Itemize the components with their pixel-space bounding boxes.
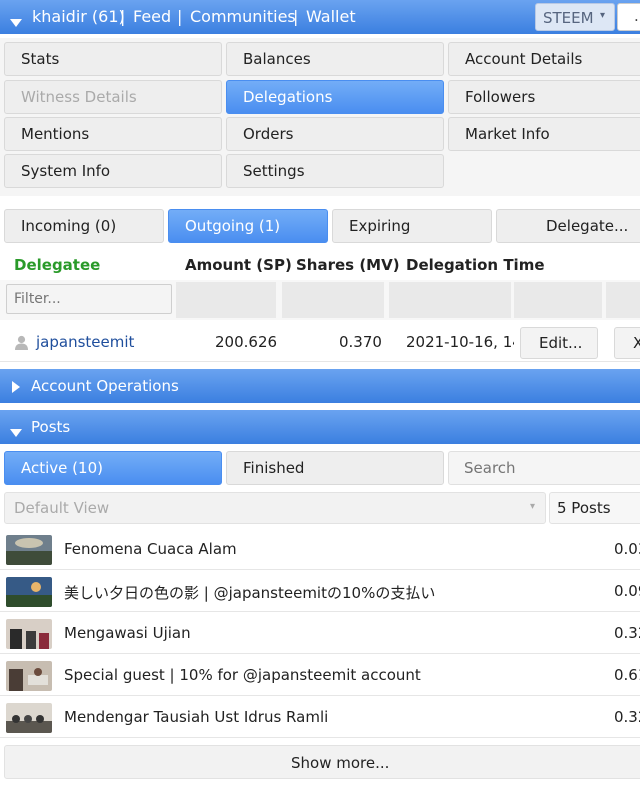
- extra-header-button[interactable]: .: [617, 3, 640, 31]
- list-item[interactable]: Fenomena Cuaca Alam 0.03: [0, 530, 640, 570]
- feed-link[interactable]: Feed: [133, 7, 171, 26]
- tab-market-info[interactable]: Market Info: [448, 117, 640, 151]
- column-header-delegatee[interactable]: Delegatee: [14, 256, 100, 274]
- filter-input[interactable]: [6, 284, 172, 314]
- post-payout: 0.09: [614, 582, 640, 600]
- tab-stats[interactable]: Stats: [4, 42, 222, 76]
- tab-outgoing[interactable]: Outgoing (1): [168, 209, 328, 243]
- collapse-caret-icon[interactable]: [10, 13, 22, 31]
- tab-followers[interactable]: Followers: [448, 80, 640, 114]
- filter-cell: [514, 282, 602, 318]
- list-item[interactable]: Special guest | 10% for @japansteemit ac…: [0, 656, 640, 696]
- account-operations-title: Account Operations: [31, 377, 179, 395]
- table-row: japansteemit 200.626 0.370 2021-10-16, 1…: [0, 324, 640, 362]
- filter-cell: [282, 282, 384, 318]
- remove-button[interactable]: X: [614, 327, 640, 359]
- tab-finished-posts[interactable]: Finished: [226, 451, 444, 485]
- tab-mentions[interactable]: Mentions: [4, 117, 222, 151]
- tab-account-details[interactable]: Account Details: [448, 42, 640, 76]
- user-icon: [15, 335, 28, 350]
- post-payout: 0.03: [614, 540, 640, 558]
- tab-orders[interactable]: Orders: [226, 117, 444, 151]
- tab-settings[interactable]: Settings: [226, 154, 444, 188]
- tab-active-posts[interactable]: Active (10): [4, 451, 222, 485]
- posts-header[interactable]: Posts: [0, 410, 640, 444]
- posts-search-input[interactable]: [448, 451, 640, 485]
- post-title[interactable]: 美しい夕日の色の影 | @japansteemitの10%の支払い: [64, 582, 435, 603]
- tab-expiring[interactable]: Expiring: [332, 209, 492, 243]
- chevron-down-icon: ▾: [530, 501, 536, 512]
- post-title[interactable]: Mengawasi Ujian: [64, 624, 191, 642]
- filter-cell: [606, 282, 640, 318]
- collapse-caret-icon: [10, 423, 22, 441]
- column-header-delegation-time[interactable]: Delegation Time: [406, 256, 545, 274]
- tab-witness-details[interactable]: Witness Details: [4, 80, 222, 114]
- posts-title: Posts: [31, 418, 71, 436]
- post-payout: 0.32: [614, 624, 640, 642]
- header-separator: |: [293, 7, 299, 26]
- tab-system-info[interactable]: System Info: [4, 154, 222, 188]
- list-item[interactable]: Mengawasi Ujian 0.32: [0, 614, 640, 654]
- filter-cell: [389, 282, 511, 318]
- column-header-amount[interactable]: Amount (SP): [185, 256, 292, 274]
- account-operations-header[interactable]: Account Operations: [0, 369, 640, 403]
- expand-caret-icon: [12, 379, 20, 397]
- post-title[interactable]: Special guest | 10% for @japansteemit ac…: [64, 666, 421, 684]
- tab-balances[interactable]: Balances: [226, 42, 444, 76]
- post-thumbnail: [6, 661, 52, 691]
- view-select[interactable]: Default View ▾: [4, 492, 546, 524]
- show-more-label: Show more...: [291, 754, 390, 772]
- post-thumbnail: [6, 535, 52, 565]
- delegation-time-value: 2021-10-16, 14:: [406, 333, 514, 351]
- currency-select[interactable]: STEEM ▾: [535, 3, 615, 31]
- show-more-button[interactable]: Show more...: [4, 745, 640, 779]
- post-title[interactable]: Fenomena Cuaca Alam: [64, 540, 237, 558]
- top-header: khaidir (61) | Feed | Communities | Wall…: [0, 0, 640, 34]
- delegation-time-cell: 2021-10-16, 14:: [406, 333, 514, 353]
- post-count-value: 5 Posts: [557, 499, 611, 517]
- wallet-link[interactable]: Wallet: [306, 7, 356, 26]
- chevron-down-icon: ▾: [600, 10, 606, 21]
- list-item[interactable]: 美しい夕日の色の影 | @japansteemitの10%の支払い 0.09: [0, 572, 640, 612]
- filter-cell: [176, 282, 276, 318]
- view-select-value: Default View: [14, 499, 110, 517]
- header-separator: |: [120, 7, 126, 26]
- post-title[interactable]: Mendengar Tausiah Ust Idrus Ramli: [64, 708, 328, 726]
- username-link[interactable]: khaidir (61): [32, 7, 125, 26]
- post-count-select[interactable]: 5 Posts: [549, 492, 640, 524]
- amount-value: 200.626: [215, 333, 278, 351]
- post-payout: 0.32: [614, 708, 640, 726]
- edit-button[interactable]: Edit...: [520, 327, 598, 359]
- post-thumbnail: [6, 619, 52, 649]
- post-thumbnail: [6, 703, 52, 733]
- shares-value: 0.370: [339, 333, 382, 351]
- extra-header-button-label: .: [634, 7, 639, 25]
- post-payout: 0.61: [614, 666, 640, 684]
- tab-delegations[interactable]: Delegations: [226, 80, 444, 114]
- header-separator: |: [177, 7, 183, 26]
- communities-link[interactable]: Communities: [190, 7, 296, 26]
- post-thumbnail: [6, 577, 52, 607]
- currency-select-value: STEEM: [543, 9, 594, 27]
- delegate-button[interactable]: Delegate...: [496, 209, 640, 243]
- main-tab-panel: Stats Balances Account Details Witness D…: [0, 38, 640, 196]
- list-item[interactable]: Mendengar Tausiah Ust Idrus Ramli 0.32: [0, 698, 640, 738]
- column-header-shares[interactable]: Shares (MV): [296, 256, 400, 274]
- tab-incoming[interactable]: Incoming (0): [4, 209, 164, 243]
- delegatee-link[interactable]: japansteemit: [36, 333, 134, 351]
